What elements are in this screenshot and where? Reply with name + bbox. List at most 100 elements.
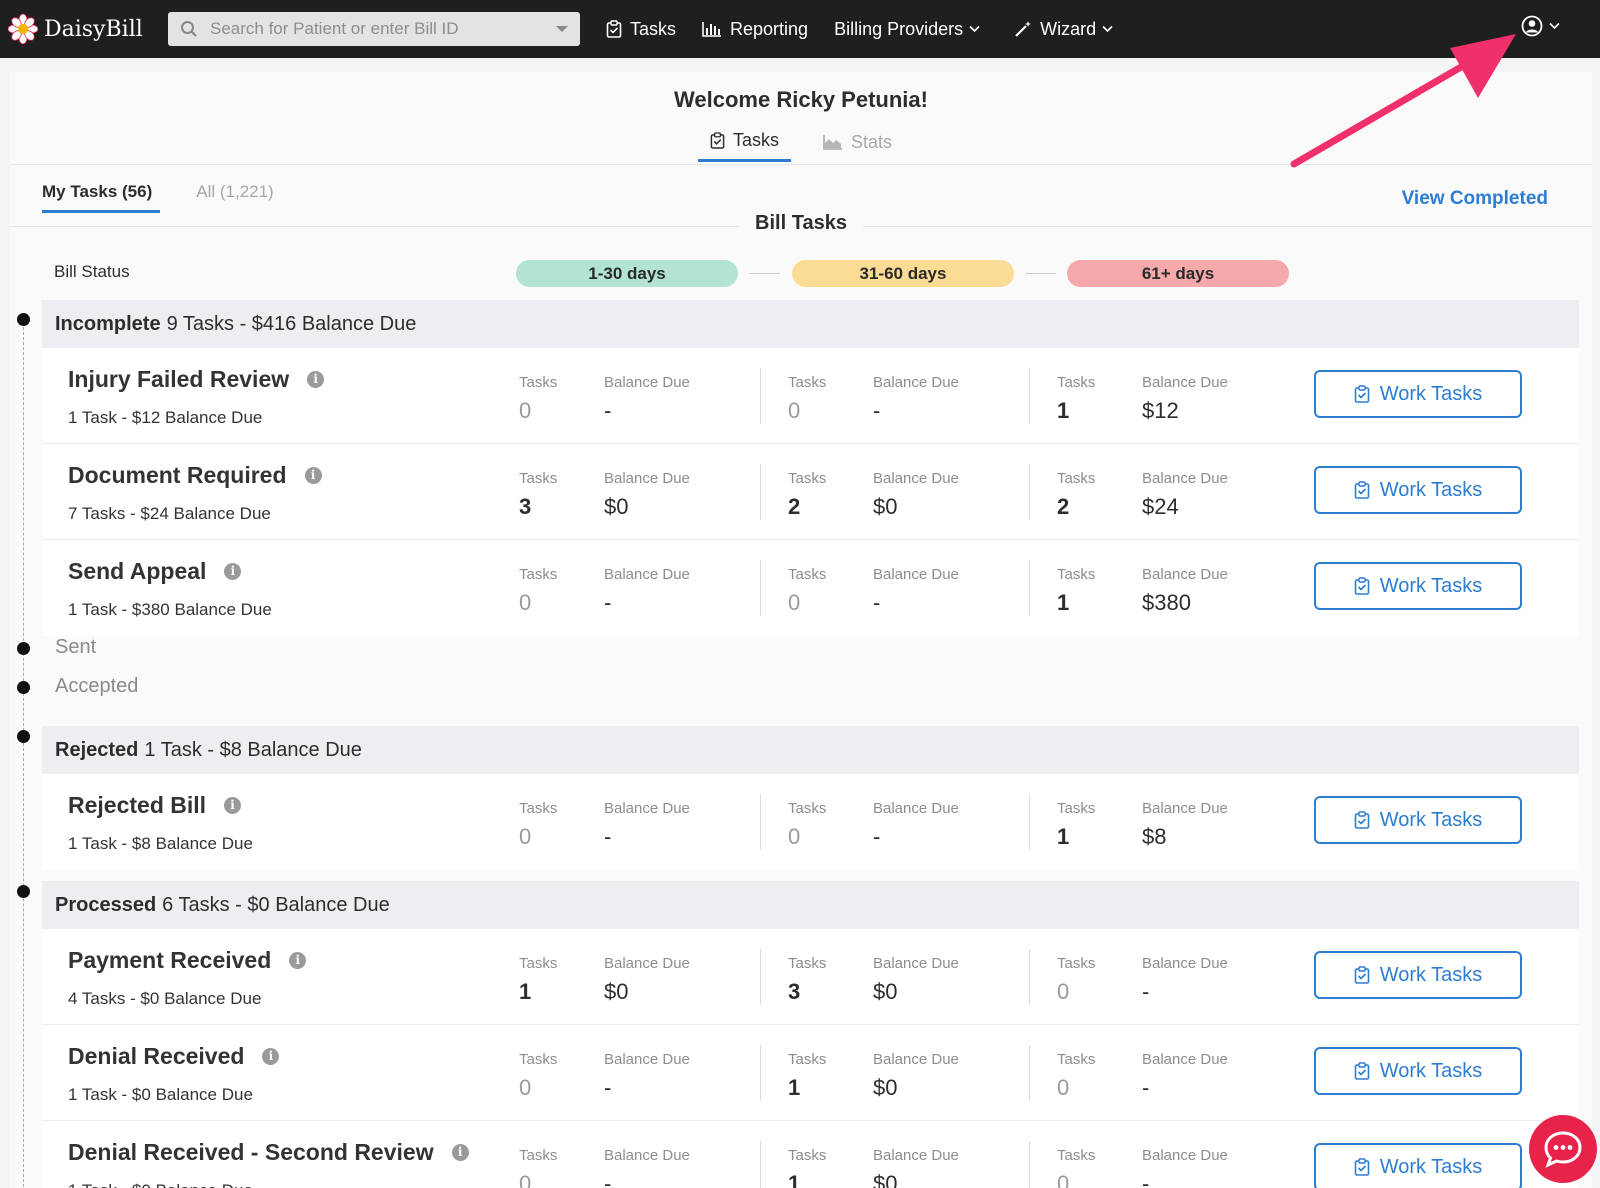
section-status: Processed: [55, 893, 157, 916]
nav-wizard-label: Wizard: [1040, 18, 1097, 39]
bill-status-label: Bill Status: [54, 262, 130, 281]
chevron-down-icon: [969, 25, 980, 33]
tab-my-tasks[interactable]: My Tasks (56): [42, 182, 161, 213]
tasks-column-label: Tasks: [519, 374, 558, 391]
bill-tasks-heading: Bill Tasks: [10, 212, 1592, 235]
nav-wizard[interactable]: Wizard: [1014, 19, 1121, 40]
tasks-column-label: Tasks: [1057, 955, 1096, 972]
chat-button[interactable]: [1529, 1115, 1597, 1183]
balance-due-value: -: [873, 590, 881, 615]
section-sent-header[interactable]: Sent: [55, 636, 96, 659]
balance-column-label: Balance Due: [604, 470, 690, 487]
section-summary: 1 Task - $8 Balance Due: [144, 738, 362, 761]
balance-due-value: $0: [873, 494, 898, 519]
balance-column-label: Balance Due: [1142, 1051, 1228, 1068]
info-icon[interactable]: i: [451, 1144, 469, 1161]
annotation-arrow: [1290, 34, 1516, 168]
tasks-column-label: Tasks: [788, 566, 827, 583]
work-tasks-button[interactable]: Work Tasks: [1314, 951, 1522, 999]
balance-due-value: $380: [1142, 590, 1191, 615]
bill-tasks-title: Bill Tasks: [739, 212, 863, 234]
view-completed-link[interactable]: View Completed: [1402, 188, 1548, 210]
tasks-column-label: Tasks: [1057, 470, 1096, 487]
column-separator: [760, 1045, 761, 1101]
section-summary: 9 Tasks - $416 Balance Due: [166, 312, 417, 335]
brand-logo[interactable]: DaisyBill: [8, 14, 148, 44]
task-row: Rejected Bill i 1 Task - $8 Balance Due Tas…: [42, 774, 1579, 870]
nav-billing-providers[interactable]: Billing Providers: [834, 19, 988, 40]
task-title-wrap: Denial Received i: [68, 1043, 280, 1070]
section-processed-header[interactable]: Processed 6 Tasks - $0 Balance Due: [42, 881, 1579, 929]
balance-due-value: -: [1142, 1075, 1150, 1100]
section-rejected-header[interactable]: Rejected 1 Task - $8 Balance Due: [42, 726, 1579, 774]
tasks-column-label: Tasks: [1057, 374, 1096, 391]
task-count-value: 0: [519, 1171, 532, 1188]
work-tasks-button[interactable]: Work Tasks: [1314, 1143, 1522, 1188]
info-icon[interactable]: i: [224, 797, 242, 814]
column-separator: [1029, 1045, 1030, 1101]
section-accepted-header[interactable]: Accepted: [55, 675, 138, 698]
tasks-column-label: Tasks: [1057, 800, 1096, 817]
search-dropdown-icon[interactable]: [556, 26, 568, 32]
task-count-value: 1: [519, 979, 532, 1004]
nav-tasks[interactable]: Tasks: [606, 19, 676, 40]
section-processed-rows: Payment Received i 4 Tasks - $0 Balance Du…: [42, 929, 1579, 1188]
work-tasks-button[interactable]: Work Tasks: [1314, 370, 1522, 418]
timeline-dot: [17, 642, 30, 655]
balance-column-label: Balance Due: [873, 470, 959, 487]
section-incomplete-rows: Injury Failed Review i 1 Task - $12 Balanc…: [42, 348, 1579, 636]
tasks-column-label: Tasks: [788, 955, 827, 972]
balance-column-label: Balance Due: [873, 1147, 959, 1164]
balance-due-value: $0: [873, 1075, 898, 1100]
work-tasks-button[interactable]: Work Tasks: [1314, 466, 1522, 514]
balance-column-label: Balance Due: [873, 374, 959, 391]
status-timeline: [23, 322, 24, 1188]
tab-stats[interactable]: Stats: [811, 130, 904, 162]
task-summary: 1 Task - $0 Balance Due: [68, 1085, 253, 1104]
task-title-wrap: Injury Failed Review i: [68, 366, 325, 393]
nav-tasks-label: Tasks: [630, 18, 677, 39]
balance-due-value: -: [604, 398, 612, 423]
task-summary: 7 Tasks - $24 Balance Due: [68, 504, 271, 523]
section-incomplete-header[interactable]: Incomplete 9 Tasks - $416 Balance Due: [42, 300, 1579, 348]
work-tasks-label: Work Tasks: [1379, 574, 1483, 597]
chevron-down-icon: [1549, 22, 1560, 30]
info-icon[interactable]: i: [224, 563, 242, 580]
work-tasks-button[interactable]: Work Tasks: [1314, 1047, 1522, 1095]
balance-column-label: Balance Due: [873, 800, 959, 817]
tab-all-tasks[interactable]: All (1,221): [196, 182, 273, 213]
task-count-value: 1: [1057, 398, 1070, 423]
info-icon[interactable]: i: [289, 952, 307, 969]
search-box[interactable]: [168, 12, 580, 46]
task-count-value: 3: [788, 979, 801, 1004]
clipboard-check-icon: [1354, 577, 1369, 595]
timeline-dot: [17, 313, 30, 326]
task-count-value: 0: [519, 398, 532, 423]
info-icon[interactable]: i: [262, 1048, 280, 1065]
balance-column-label: Balance Due: [604, 374, 690, 391]
task-summary: 1 Task - $380 Balance Due: [68, 600, 272, 619]
tasks-column-label: Tasks: [788, 800, 827, 817]
nav-billing-providers-label: Billing Providers: [834, 18, 964, 39]
tasks-column-label: Tasks: [519, 1051, 558, 1068]
work-tasks-button[interactable]: Work Tasks: [1314, 796, 1522, 844]
work-tasks-label: Work Tasks: [1379, 478, 1483, 501]
task-summary: 1 Task - $8 Balance Due: [68, 834, 253, 853]
work-tasks-label: Work Tasks: [1379, 1059, 1483, 1082]
info-icon[interactable]: i: [304, 467, 322, 484]
balance-column-label: Balance Due: [604, 1147, 690, 1164]
tab-tasks[interactable]: Tasks: [697, 130, 791, 162]
column-separator: [760, 368, 761, 424]
balance-column-label: Balance Due: [604, 955, 690, 972]
work-tasks-button[interactable]: Work Tasks: [1314, 562, 1522, 610]
balance-column-label: Balance Due: [1142, 566, 1228, 583]
info-icon[interactable]: i: [307, 371, 325, 388]
balance-due-value: $12: [1142, 398, 1179, 423]
task-filter-tabs: My Tasks (56) All (1,221): [42, 182, 310, 213]
column-separator: [1029, 794, 1030, 850]
work-tasks-label: Work Tasks: [1379, 808, 1483, 831]
task-title-wrap: Payment Received i: [68, 947, 307, 974]
search-input[interactable]: [210, 19, 556, 39]
balance-due-value: $0: [604, 979, 629, 1004]
nav-reporting[interactable]: Reporting: [702, 19, 808, 40]
